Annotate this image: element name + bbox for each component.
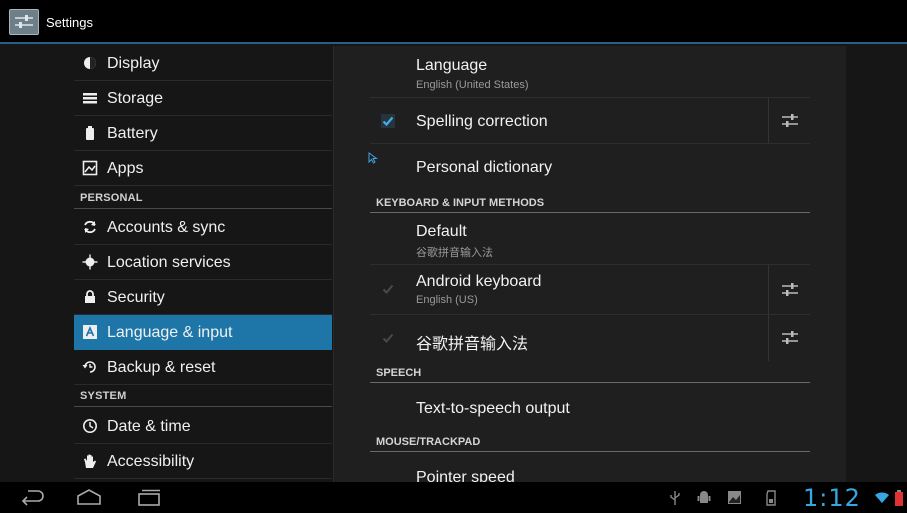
sidebar-item-label: Backup & reset xyxy=(107,359,216,376)
pref-title: Default xyxy=(416,223,467,240)
sidebar-item-language-input[interactable]: Language & input xyxy=(74,315,332,350)
checkbox-checked-icon[interactable] xyxy=(380,113,396,129)
sidebar-item-label: Accounts & sync xyxy=(107,219,226,236)
sidebar-item-label: Storage xyxy=(107,90,164,107)
pref-title: 谷歌拼音输入法 xyxy=(416,336,529,353)
pref-title: Android keyboard xyxy=(416,273,542,290)
clock-icon xyxy=(83,419,97,433)
settings-sliders-icon xyxy=(782,331,798,344)
default-input-pref[interactable]: Default 谷歌拼音输入法 xyxy=(370,213,810,265)
battery-icon xyxy=(86,126,94,140)
storage-icon xyxy=(83,93,97,104)
pointer-speed-pref[interactable]: Pointer speed xyxy=(370,452,810,482)
checkbox-checked-disabled-icon[interactable] xyxy=(380,281,396,297)
apps-icon xyxy=(82,160,98,176)
sidebar-item-label: Location services xyxy=(107,254,231,271)
pref-title: Pointer speed xyxy=(416,469,515,482)
pref-summary: English (US) xyxy=(416,294,478,306)
sidebar-item-label: Apps xyxy=(107,160,144,177)
system-bar: 1:12 xyxy=(0,482,907,513)
tts-output-pref[interactable]: Text-to-speech output xyxy=(370,383,810,431)
pref-title: Personal dictionary xyxy=(416,159,553,176)
section-header-speech: SPEECH xyxy=(370,363,810,383)
hand-icon xyxy=(84,454,96,468)
sidebar-header-label: PERSONAL xyxy=(80,192,143,204)
sidebar-header-label: SYSTEM xyxy=(80,390,127,402)
sidebar-item-label: Battery xyxy=(107,125,158,142)
sidebar-item-location[interactable]: Location services xyxy=(74,245,332,280)
android-keyboard-settings-button[interactable] xyxy=(768,265,810,314)
lock-icon xyxy=(85,290,95,303)
display-brightness-icon xyxy=(84,57,96,69)
spelling-correction-pref[interactable]: Spelling correction xyxy=(370,98,810,144)
sidebar-item-backup-reset[interactable]: Backup & reset xyxy=(74,350,332,385)
settings-sidebar: Display Storage Battery Apps PERSONAL Ac… xyxy=(74,46,332,482)
language-pref[interactable]: Language English (United States) xyxy=(370,46,810,98)
sidebar-item-apps[interactable]: Apps xyxy=(74,151,332,186)
android-debug-icon xyxy=(697,491,711,503)
battery-low-icon xyxy=(895,490,903,506)
spelling-settings-button[interactable] xyxy=(768,98,810,143)
usb-icon xyxy=(670,491,680,505)
section-header-keyboard: KEYBOARD & INPUT METHODS xyxy=(370,193,810,213)
sidebar-item-label: Display xyxy=(107,55,160,72)
pref-title: Text-to-speech output xyxy=(416,400,570,417)
status-clock: 1:12 xyxy=(803,484,861,512)
action-bar: Settings xyxy=(0,0,907,44)
app-title: Settings xyxy=(46,15,93,30)
section-header-mouse: MOUSE/TRACKPAD xyxy=(370,432,810,452)
section-header-label: MOUSE/TRACKPAD xyxy=(376,436,481,448)
pref-summary: English (United States) xyxy=(416,79,529,91)
backup-icon xyxy=(82,361,96,373)
wifi-icon xyxy=(875,492,889,503)
settings-sliders-icon[interactable] xyxy=(9,9,39,35)
section-header-label: SPEECH xyxy=(376,367,422,379)
sidebar-header-personal: PERSONAL xyxy=(74,189,332,209)
sidebar-item-accessibility[interactable]: Accessibility xyxy=(74,444,332,479)
sidebar-item-label: Date & time xyxy=(107,418,191,435)
sidebar-item-label: Language & input xyxy=(107,324,233,341)
android-keyboard-pref[interactable]: Android keyboard English (US) xyxy=(370,265,810,315)
back-button-icon[interactable] xyxy=(20,488,46,506)
sidebar-item-battery[interactable]: Battery xyxy=(74,116,332,151)
pinyin-settings-button[interactable] xyxy=(768,315,810,361)
checkbox-checked-disabled-icon[interactable] xyxy=(380,330,396,346)
content-area: Display Storage Battery Apps PERSONAL Ac… xyxy=(0,44,907,482)
pointer-cursor-icon xyxy=(368,152,379,164)
settings-sliders-icon xyxy=(782,114,798,127)
pinyin-input-pref[interactable]: 谷歌拼音输入法 xyxy=(370,315,810,361)
pref-title: Language xyxy=(416,57,488,74)
recent-apps-button-icon[interactable] xyxy=(136,488,162,506)
home-button-icon[interactable] xyxy=(76,488,102,506)
sidebar-item-display[interactable]: Display xyxy=(74,46,332,81)
pref-summary: 谷歌拼音输入法 xyxy=(416,247,493,259)
sd-card-icon xyxy=(766,490,776,506)
sidebar-item-label: Security xyxy=(107,289,165,306)
pref-title: Spelling correction xyxy=(416,113,548,130)
section-header-label: KEYBOARD & INPUT METHODS xyxy=(376,197,545,209)
image-notification-icon xyxy=(728,491,741,504)
language-input-panel: Language English (United States) Spellin… xyxy=(333,46,846,482)
personal-dictionary-pref[interactable]: Personal dictionary xyxy=(368,144,810,190)
language-icon xyxy=(83,325,97,339)
location-icon xyxy=(82,254,98,270)
sidebar-item-date-time[interactable]: Date & time xyxy=(74,409,332,444)
sidebar-item-security[interactable]: Security xyxy=(74,280,332,315)
sidebar-item-storage[interactable]: Storage xyxy=(74,81,332,116)
sidebar-item-accounts-sync[interactable]: Accounts & sync xyxy=(74,210,332,245)
sync-icon xyxy=(84,220,96,234)
sidebar-header-system: SYSTEM xyxy=(74,387,332,407)
sidebar-item-label: Accessibility xyxy=(107,453,195,470)
settings-sliders-icon xyxy=(782,283,798,296)
